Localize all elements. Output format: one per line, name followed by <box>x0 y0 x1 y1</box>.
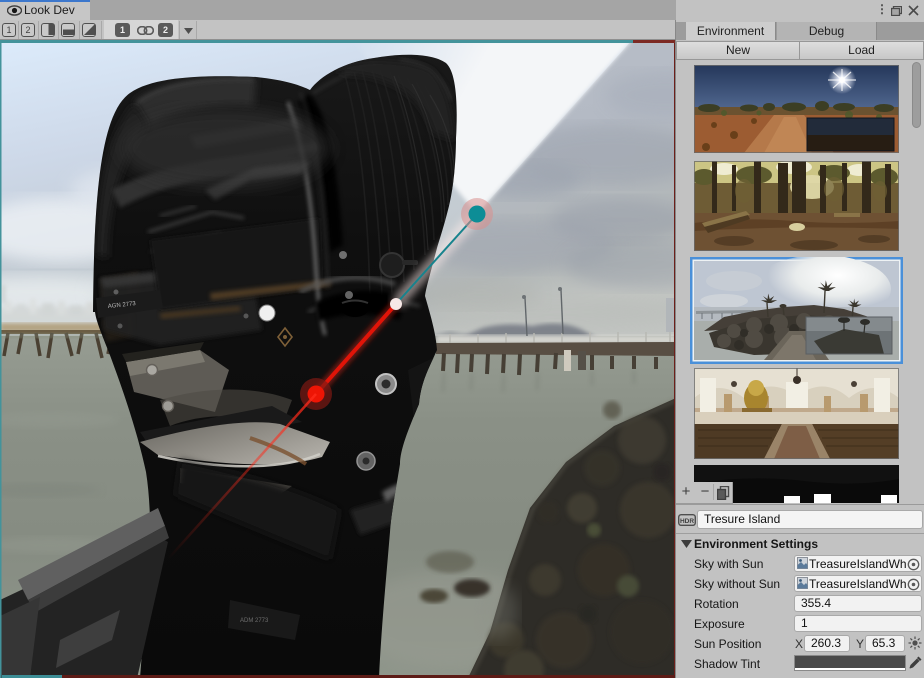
svg-text:HDR: HDR <box>680 518 694 525</box>
svg-text:ADM 2773: ADM 2773 <box>240 618 269 624</box>
